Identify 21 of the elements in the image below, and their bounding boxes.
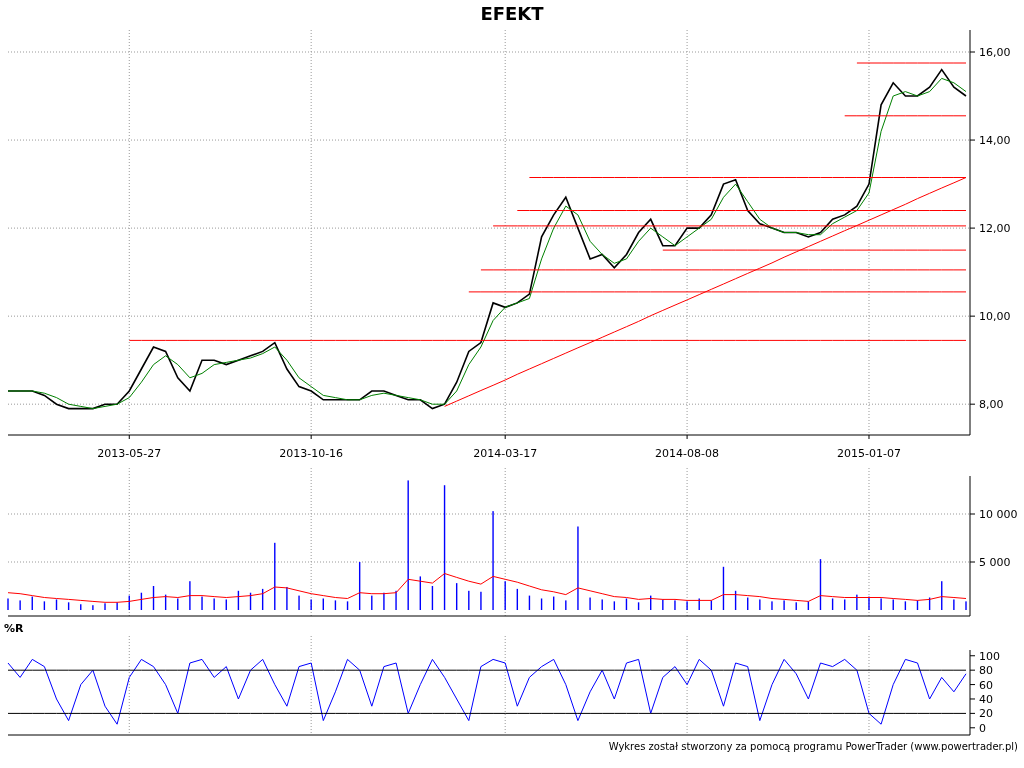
- chart-title: EFEKT: [480, 2, 544, 26]
- axis-tick-label: 8,00: [979, 398, 1004, 412]
- axis-tick-label: 14,00: [979, 134, 1011, 148]
- axis-tick-label: 2014-08-08: [655, 447, 720, 460]
- axis-tick-label: 60: [979, 678, 993, 692]
- axis-tick-label: 10,00: [979, 310, 1011, 324]
- axis-tick-label: 2015-01-07: [837, 447, 901, 460]
- axis-tick-label: 2013-10-16: [279, 447, 344, 460]
- footer-note: Wykres został stworzony za pomocą programu PowerTrader (www.powertrader.pl): [608, 740, 1018, 754]
- axis-tick-label: 10 000: [979, 508, 1018, 521]
- axis-tick-label: 16,00: [979, 46, 1011, 59]
- axis-tick-label: 5 000: [979, 556, 1011, 569]
- axis-tick-label: 20: [979, 707, 993, 721]
- axis-tick-label: 100: [979, 649, 1000, 663]
- axis-tick-label: 0: [979, 721, 986, 735]
- axis-tick-label: 2013-05-27: [97, 447, 162, 460]
- indicator-label: %R: [4, 622, 24, 636]
- axis-tick-label: 2014-03-17: [473, 447, 538, 460]
- axis-tick-label: 40: [979, 693, 993, 706]
- axis-tick-label: 12,00: [979, 222, 1011, 236]
- axis-tick-label: 80: [979, 664, 993, 678]
